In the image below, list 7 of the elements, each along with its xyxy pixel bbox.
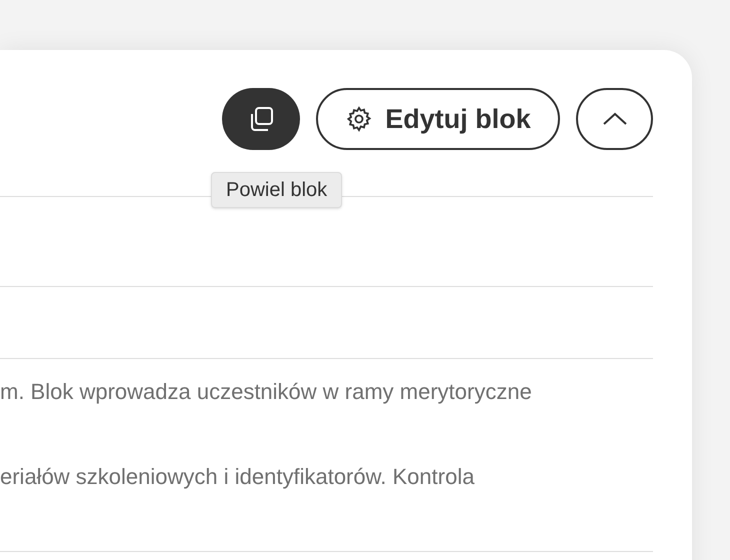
description-text: eriałów szkoleniowych i identyfikatorów. Kontrola: [0, 463, 474, 491]
tooltip: Powiel blok: [211, 172, 342, 208]
settings-icon: [345, 105, 374, 133]
description-text: m. Blok wprowadza uczestników w ramy merytoryczne: [0, 378, 532, 406]
collapse-button[interactable]: [576, 88, 653, 150]
chevron-up-icon: [602, 112, 628, 126]
edit-button[interactable]: Edytuj blok: [316, 88, 560, 150]
